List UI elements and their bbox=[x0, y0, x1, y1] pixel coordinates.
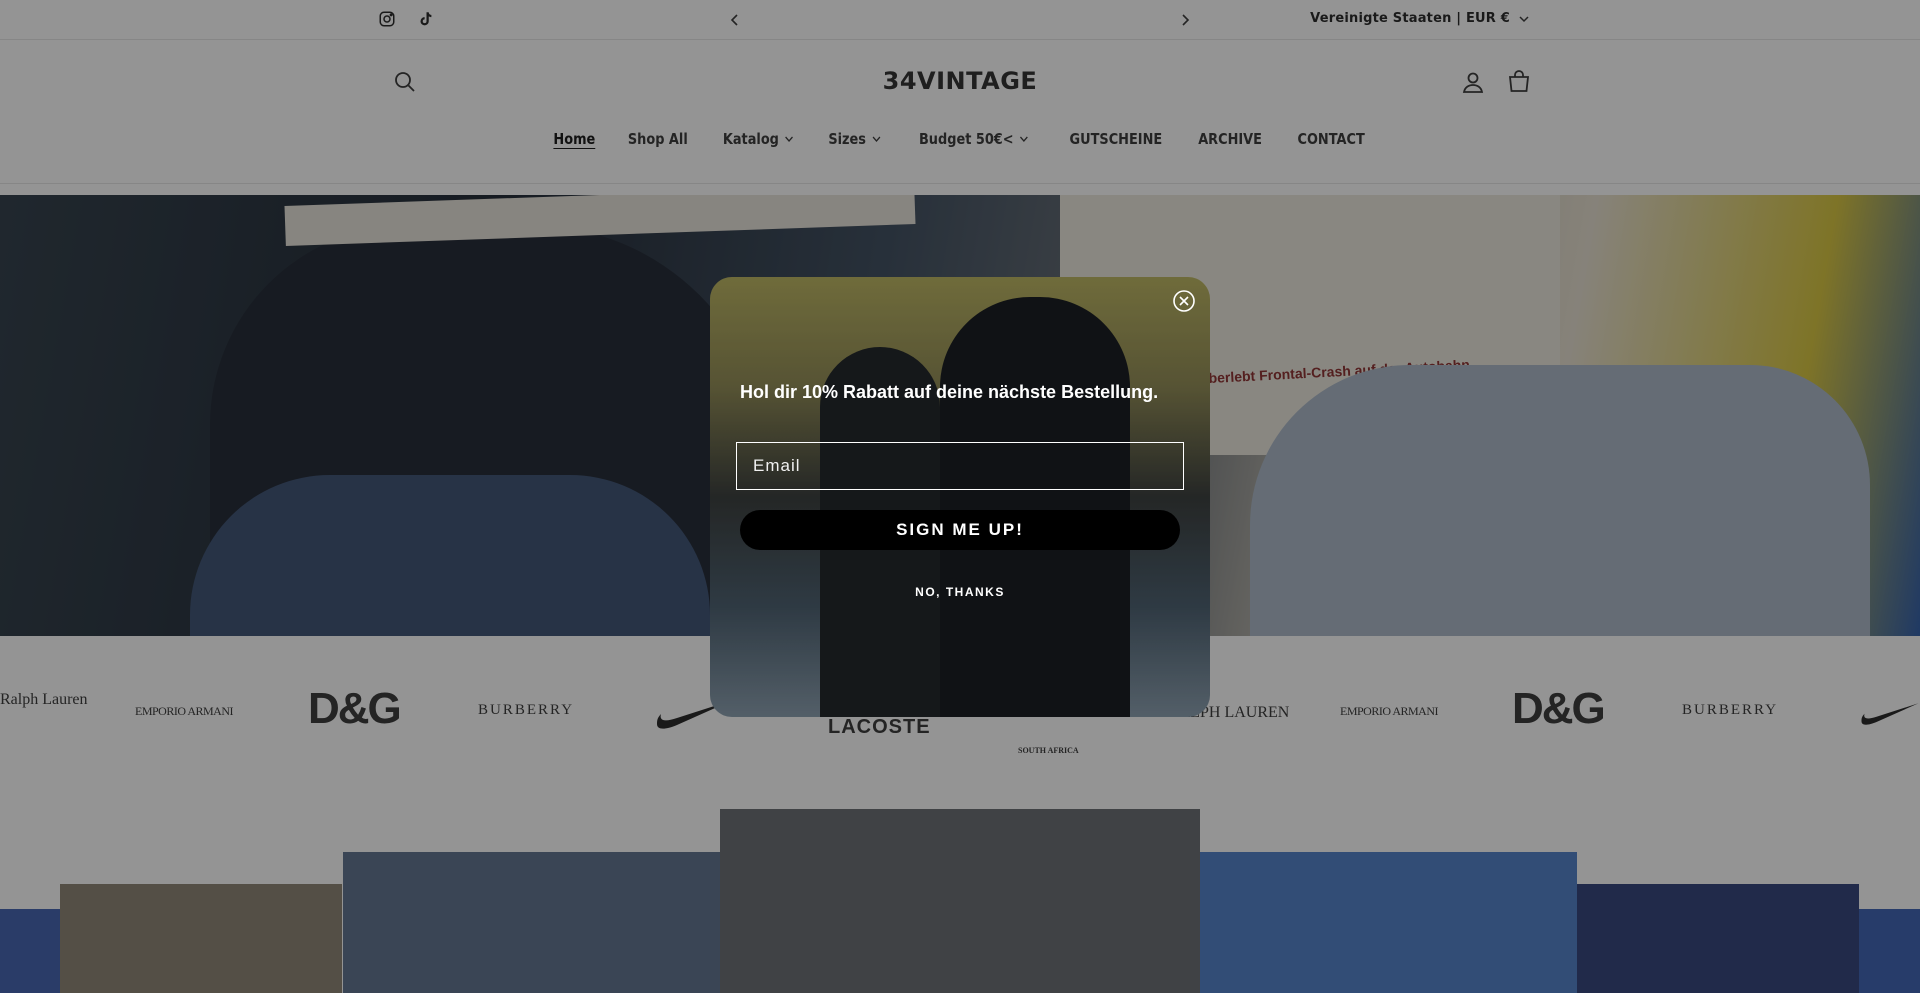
close-icon bbox=[1173, 290, 1195, 312]
close-popup-button[interactable] bbox=[1172, 289, 1196, 313]
no-thanks-button[interactable]: NO, THANKS bbox=[710, 582, 1210, 602]
sign-up-button[interactable]: SIGN ME UP! bbox=[740, 510, 1180, 550]
discount-popup: Hol dir 10% Rabatt auf deine nächste Bes… bbox=[710, 277, 1210, 717]
email-field[interactable] bbox=[736, 442, 1184, 490]
page: Vereinigte Staaten | EUR € 34VINTAGE Hom… bbox=[0, 0, 1920, 993]
popup-heading: Hol dir 10% Rabatt auf deine nächste Bes… bbox=[740, 382, 1159, 402]
popup-photo-dim bbox=[710, 277, 1210, 717]
